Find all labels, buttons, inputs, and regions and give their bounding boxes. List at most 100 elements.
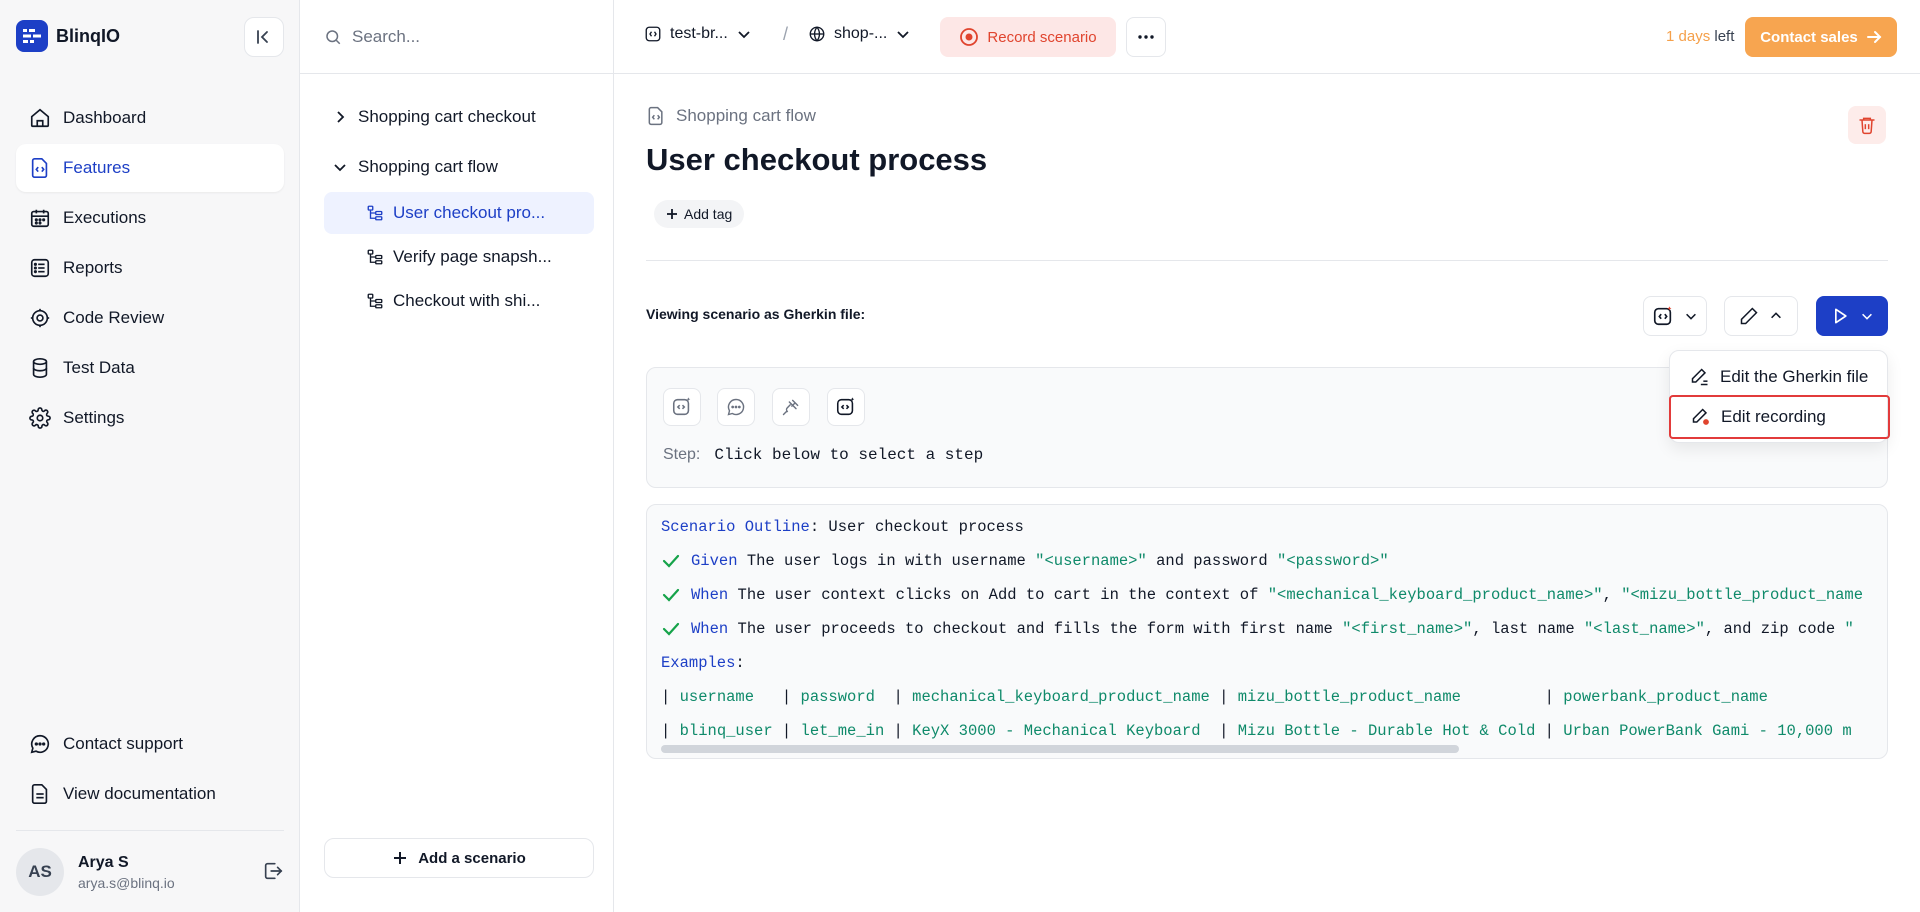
nav-label: Code Review (63, 308, 165, 327)
chevron-down-icon (1862, 313, 1872, 320)
search-bar (300, 0, 613, 74)
edit-dropdown-menu: Edit the Gherkin file Edit recording (1669, 350, 1890, 443)
step-text: Click below to select a step (714, 446, 984, 464)
chevron-up-icon (1771, 312, 1781, 319)
table-cell: powerbank_product_name (1563, 688, 1768, 706)
contact-sales-button[interactable]: Contact sales (1745, 17, 1897, 57)
nav-item-features[interactable]: Features (16, 144, 284, 192)
add-scenario-button[interactable]: Add a scenario (324, 838, 594, 878)
tree-item-checkout-with-shipping[interactable]: Checkout with shi... (324, 280, 594, 322)
brand-logo-icon (16, 20, 48, 52)
code-file-icon (648, 106, 663, 126)
code-step-button[interactable] (827, 388, 865, 426)
menu-item-edit-recording[interactable]: Edit recording (1669, 395, 1890, 439)
keyword: Given (691, 552, 738, 570)
home-icon (30, 108, 50, 128)
table-cell: username (679, 688, 773, 706)
ai-code-icon (672, 397, 691, 416)
step-line[interactable]: When The user context clicks on Add to c… (661, 583, 1863, 607)
record-scenario-button[interactable]: Record scenario (940, 17, 1116, 57)
plus-icon (394, 852, 407, 864)
gherkin-code-viewer[interactable]: Scenario Outline: User checkout process … (646, 504, 1888, 759)
table-cell: Mizu Bottle - Durable Hot & Cold (1237, 722, 1536, 740)
nav-bottom: Contact support View documentation (16, 720, 284, 820)
tree-group-label: Shopping cart checkout (358, 107, 536, 126)
code-text: The user proceeds to checkout and fills … (728, 620, 1343, 638)
nav-item-view-documentation[interactable]: View documentation (16, 770, 284, 818)
database-icon (32, 358, 48, 378)
comment-step-button[interactable] (717, 388, 755, 426)
plus-icon (667, 209, 677, 219)
scenario-icon (367, 293, 383, 309)
search-input[interactable] (352, 26, 592, 47)
connect-step-button[interactable] (772, 388, 810, 426)
view-mode-toggle[interactable] (1643, 296, 1707, 336)
tree-item-verify-page-snapshot[interactable]: Verify page snapsh... (324, 236, 594, 278)
nav-item-test-data[interactable]: Test Data (16, 344, 284, 392)
avatar[interactable]: AS (16, 848, 64, 896)
more-horizontal-icon (1138, 35, 1154, 39)
project-icon (645, 26, 661, 42)
document-icon (31, 784, 48, 804)
sidebar-divider (16, 830, 284, 831)
add-tag-label: Add tag (684, 206, 733, 222)
code-string: " (1844, 620, 1854, 638)
code-text: , (1602, 586, 1622, 604)
ai-code-icon (836, 397, 855, 416)
code-text: , last name (1472, 620, 1584, 638)
chevron-down-icon (334, 164, 346, 172)
nav-label: Executions (63, 208, 147, 227)
run-scenario-button[interactable] (1816, 296, 1888, 336)
step-line[interactable]: When The user proceeds to checkout and f… (661, 617, 1854, 641)
project-selector[interactable]: test-br... (644, 25, 752, 43)
scenario-tree: Shopping cart checkout Shopping cart flo… (324, 92, 594, 324)
chevron-down-icon (897, 31, 909, 39)
user-name: Arya S (78, 853, 129, 871)
check-icon (662, 554, 680, 568)
contact-sales-label: Contact sales (1760, 28, 1858, 46)
add-scenario-label: Add a scenario (418, 849, 526, 867)
code-file-icon (31, 158, 48, 178)
menu-item-edit-gherkin-file[interactable]: Edit the Gherkin file (1670, 355, 1889, 399)
edit-menu-button[interactable] (1724, 296, 1798, 336)
nav-item-contact-support[interactable]: Contact support (16, 720, 284, 768)
more-options-button[interactable] (1126, 17, 1166, 57)
tree-group-shopping-cart-checkout[interactable]: Shopping cart checkout (324, 92, 594, 142)
nav-item-dashboard[interactable]: Dashboard (16, 94, 284, 142)
pen-lines-icon (1691, 368, 1708, 386)
examples-data-row[interactable]: | blinq_user | let_me_in | KeyX 3000 - M… (661, 719, 1852, 743)
nav-item-code-review[interactable]: Code Review (16, 294, 284, 342)
list-icon (30, 258, 50, 278)
code-string: "<mechanical_keyboard_product_name>" (1267, 586, 1603, 604)
globe-icon (809, 26, 825, 42)
collapse-sidebar-button[interactable] (244, 17, 284, 57)
app-root: BlinqIO Dashboard Features Executions Re… (0, 0, 1920, 912)
pen-record-icon (1692, 408, 1709, 425)
chat-icon (30, 734, 50, 754)
nav-item-reports[interactable]: Reports (16, 244, 284, 292)
feature-breadcrumb[interactable]: Shopping cart flow (646, 106, 816, 126)
record-icon (960, 28, 979, 46)
nav-label: View documentation (63, 784, 216, 803)
trash-icon (1859, 117, 1875, 135)
brand[interactable]: BlinqIO (16, 20, 120, 52)
delete-scenario-button[interactable] (1848, 106, 1886, 144)
tree-item-user-checkout-process[interactable]: User checkout pro... (324, 192, 594, 234)
trial-suffix: left (1710, 28, 1735, 45)
horizontal-scrollbar[interactable] (661, 745, 1459, 753)
step-line[interactable]: Given The user logs in with username "<u… (661, 549, 1389, 573)
code-text: : User checkout process (809, 518, 1024, 536)
tree-item-label: User checkout pro... (393, 203, 546, 222)
examples-line[interactable]: Examples: (661, 651, 745, 675)
logout-button[interactable] (262, 860, 284, 887)
table-cell: mizu_bottle_product_name (1237, 688, 1536, 706)
examples-header-row[interactable]: | username | password | mechanical_keybo… (661, 685, 1768, 709)
tree-group-shopping-cart-flow[interactable]: Shopping cart flow (324, 142, 594, 192)
scenario-outline-line[interactable]: Scenario Outline: User checkout process (661, 515, 1024, 539)
selected-step: Step: Click below to select a step (663, 446, 983, 464)
environment-selector[interactable]: shop-... (808, 25, 911, 43)
add-tag-button[interactable]: Add tag (654, 200, 745, 228)
nav-item-settings[interactable]: Settings (16, 394, 284, 442)
ai-generate-step-button[interactable] (663, 388, 701, 426)
nav-item-executions[interactable]: Executions (16, 194, 284, 242)
